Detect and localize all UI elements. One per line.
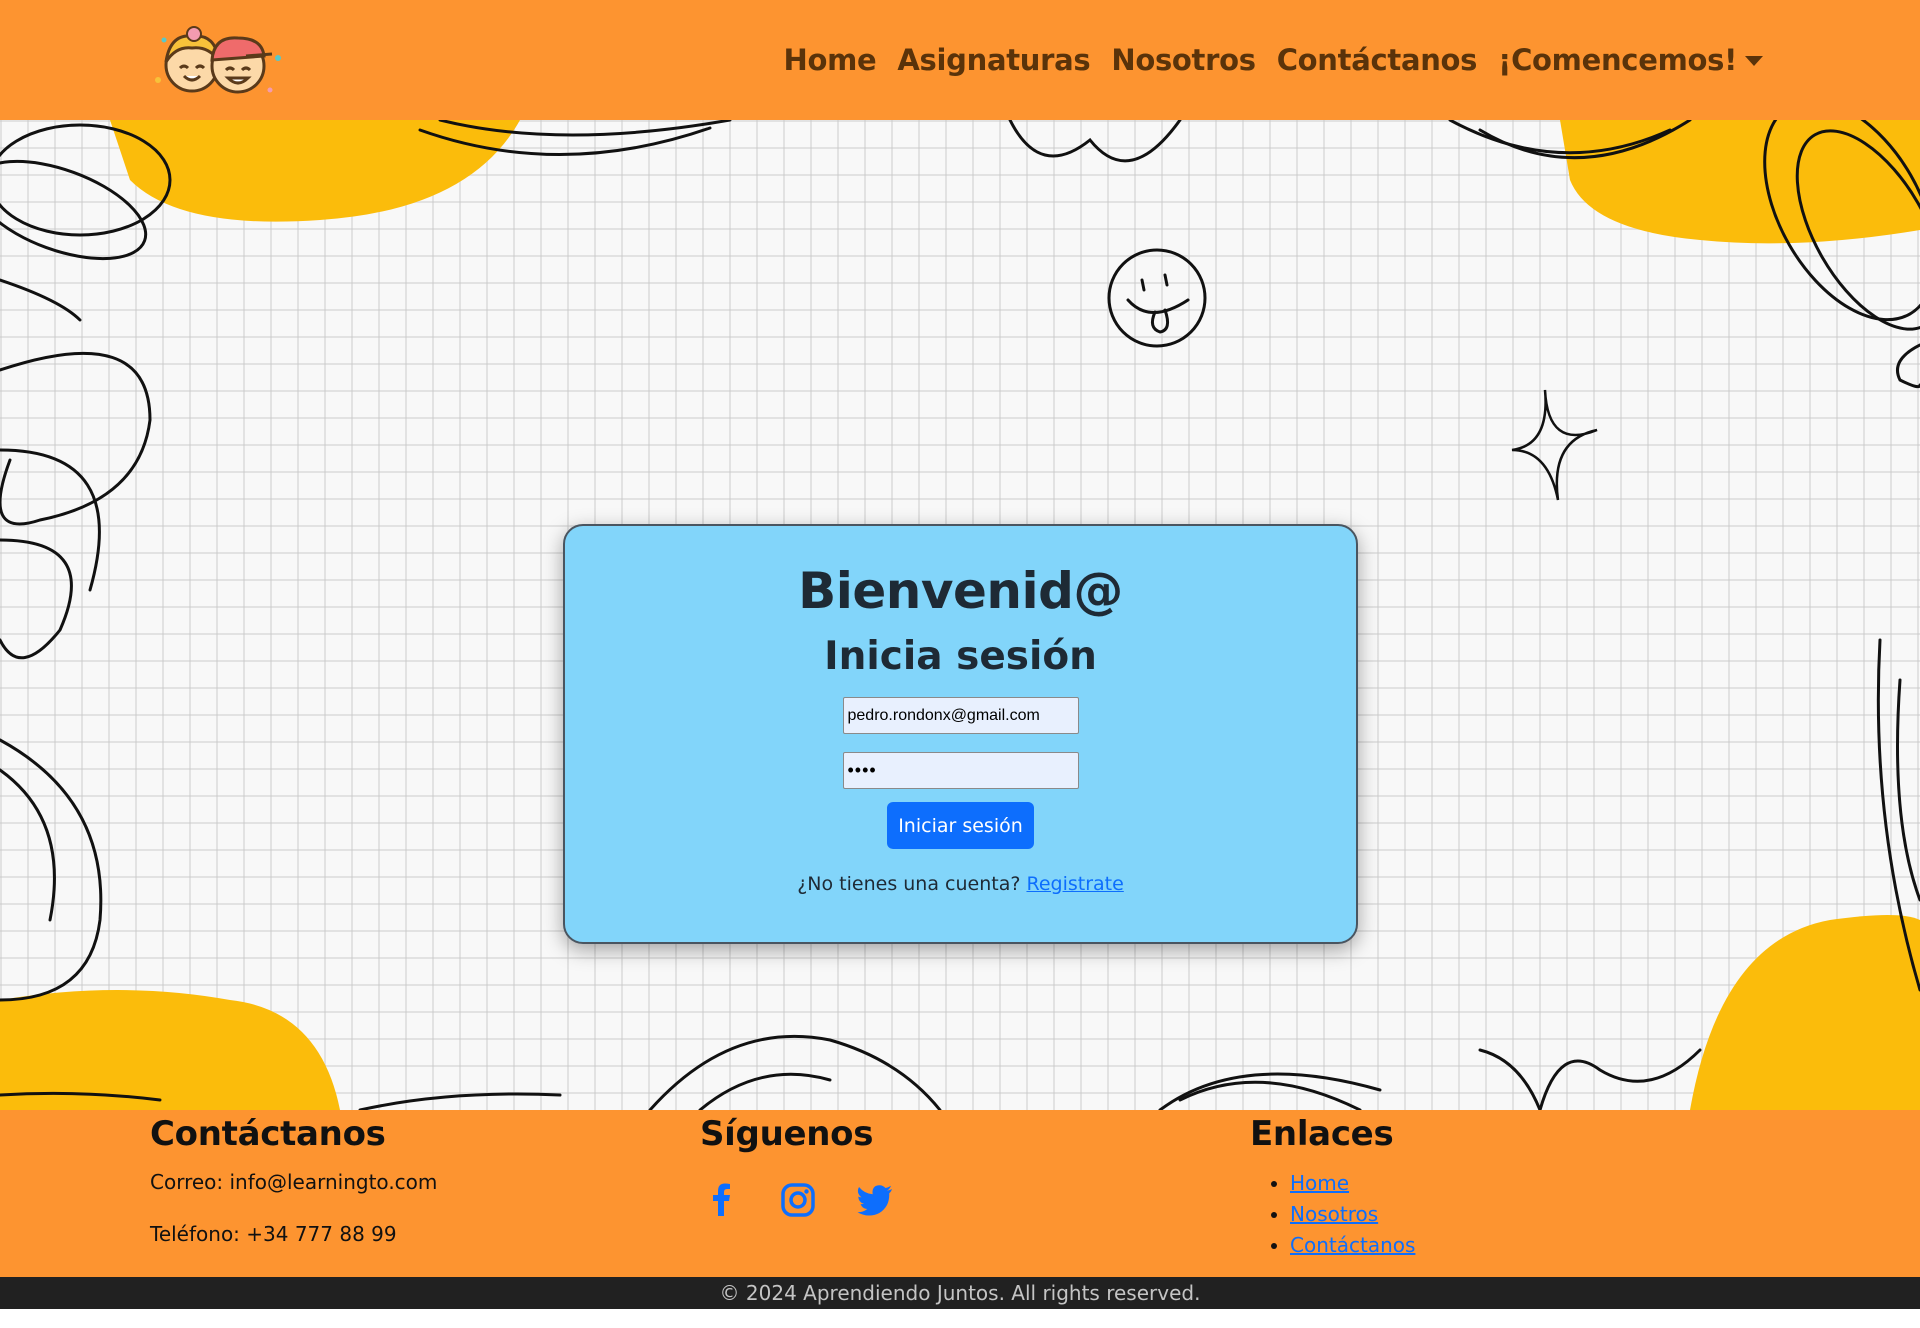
main-nav: Home Asignaturas Nosotros Contáctanos ¡C… [784, 0, 1763, 120]
footer-social-heading: Síguenos [700, 1114, 874, 1154]
navbar: Home Asignaturas Nosotros Contáctanos ¡C… [0, 0, 1920, 120]
footer-link-nosotros[interactable]: Nosotros [1290, 1202, 1378, 1226]
footer-social: Síguenos [700, 1110, 892, 1218]
copyright-bar: © 2024 Aprendiendo Juntos. All rights re… [0, 1277, 1920, 1309]
nav-comencemos-dropdown[interactable]: ¡Comencemos! [1498, 43, 1763, 77]
nav-comencemos[interactable]: ¡Comencemos! [1498, 43, 1737, 77]
footer-contact: Contáctanos Correo: info@learningto.com … [150, 1110, 437, 1246]
list-item: Home [1290, 1168, 1415, 1199]
login-subtitle: Inicia sesión [824, 634, 1097, 679]
signup-link[interactable]: Registrate [1026, 873, 1123, 895]
instagram-icon[interactable] [780, 1182, 816, 1218]
password-input[interactable] [842, 752, 1079, 789]
facebook-icon[interactable] [704, 1182, 740, 1218]
twitter-icon[interactable] [856, 1182, 892, 1218]
page-bottom-strip [0, 1309, 1920, 1328]
login-card: Bienvenid@ Inicia sesión Iniciar sesión … [563, 524, 1358, 944]
nav-asignaturas[interactable]: Asignaturas [897, 43, 1090, 77]
footer-link-home[interactable]: Home [1290, 1171, 1349, 1195]
nav-contactanos[interactable]: Contáctanos [1277, 43, 1478, 77]
login-button[interactable]: Iniciar sesión [887, 802, 1034, 849]
nav-nosotros[interactable]: Nosotros [1111, 43, 1256, 77]
footer-links-heading: Enlaces [1250, 1114, 1394, 1154]
footer-link-contactanos[interactable]: Contáctanos [1290, 1233, 1415, 1257]
signup-prompt: ¿No tienes una cuenta? Registrate [565, 873, 1356, 895]
list-item: Contáctanos [1290, 1230, 1415, 1261]
caret-down-icon [1745, 56, 1763, 66]
kids-faces-logo-icon[interactable] [150, 20, 285, 102]
hero-background: Bienvenid@ Inicia sesión Iniciar sesión … [0, 120, 1920, 1110]
social-icons [704, 1182, 892, 1218]
footer-links: Enlaces Home Nosotros Contáctanos [1250, 1110, 1415, 1261]
footer-phone: Teléfono: +34 777 88 99 [150, 1222, 397, 1246]
signup-prompt-text: ¿No tienes una cuenta? [797, 873, 1021, 895]
nav-home[interactable]: Home [784, 43, 877, 77]
footer: Contáctanos Correo: info@learningto.com … [0, 1110, 1920, 1277]
footer-contact-heading: Contáctanos [150, 1114, 386, 1154]
welcome-title: Bienvenid@ [798, 562, 1123, 620]
footer-links-list: Home Nosotros Contáctanos [1290, 1168, 1415, 1261]
footer-email: Correo: info@learningto.com [150, 1170, 438, 1194]
email-input[interactable] [842, 697, 1079, 734]
list-item: Nosotros [1290, 1199, 1415, 1230]
